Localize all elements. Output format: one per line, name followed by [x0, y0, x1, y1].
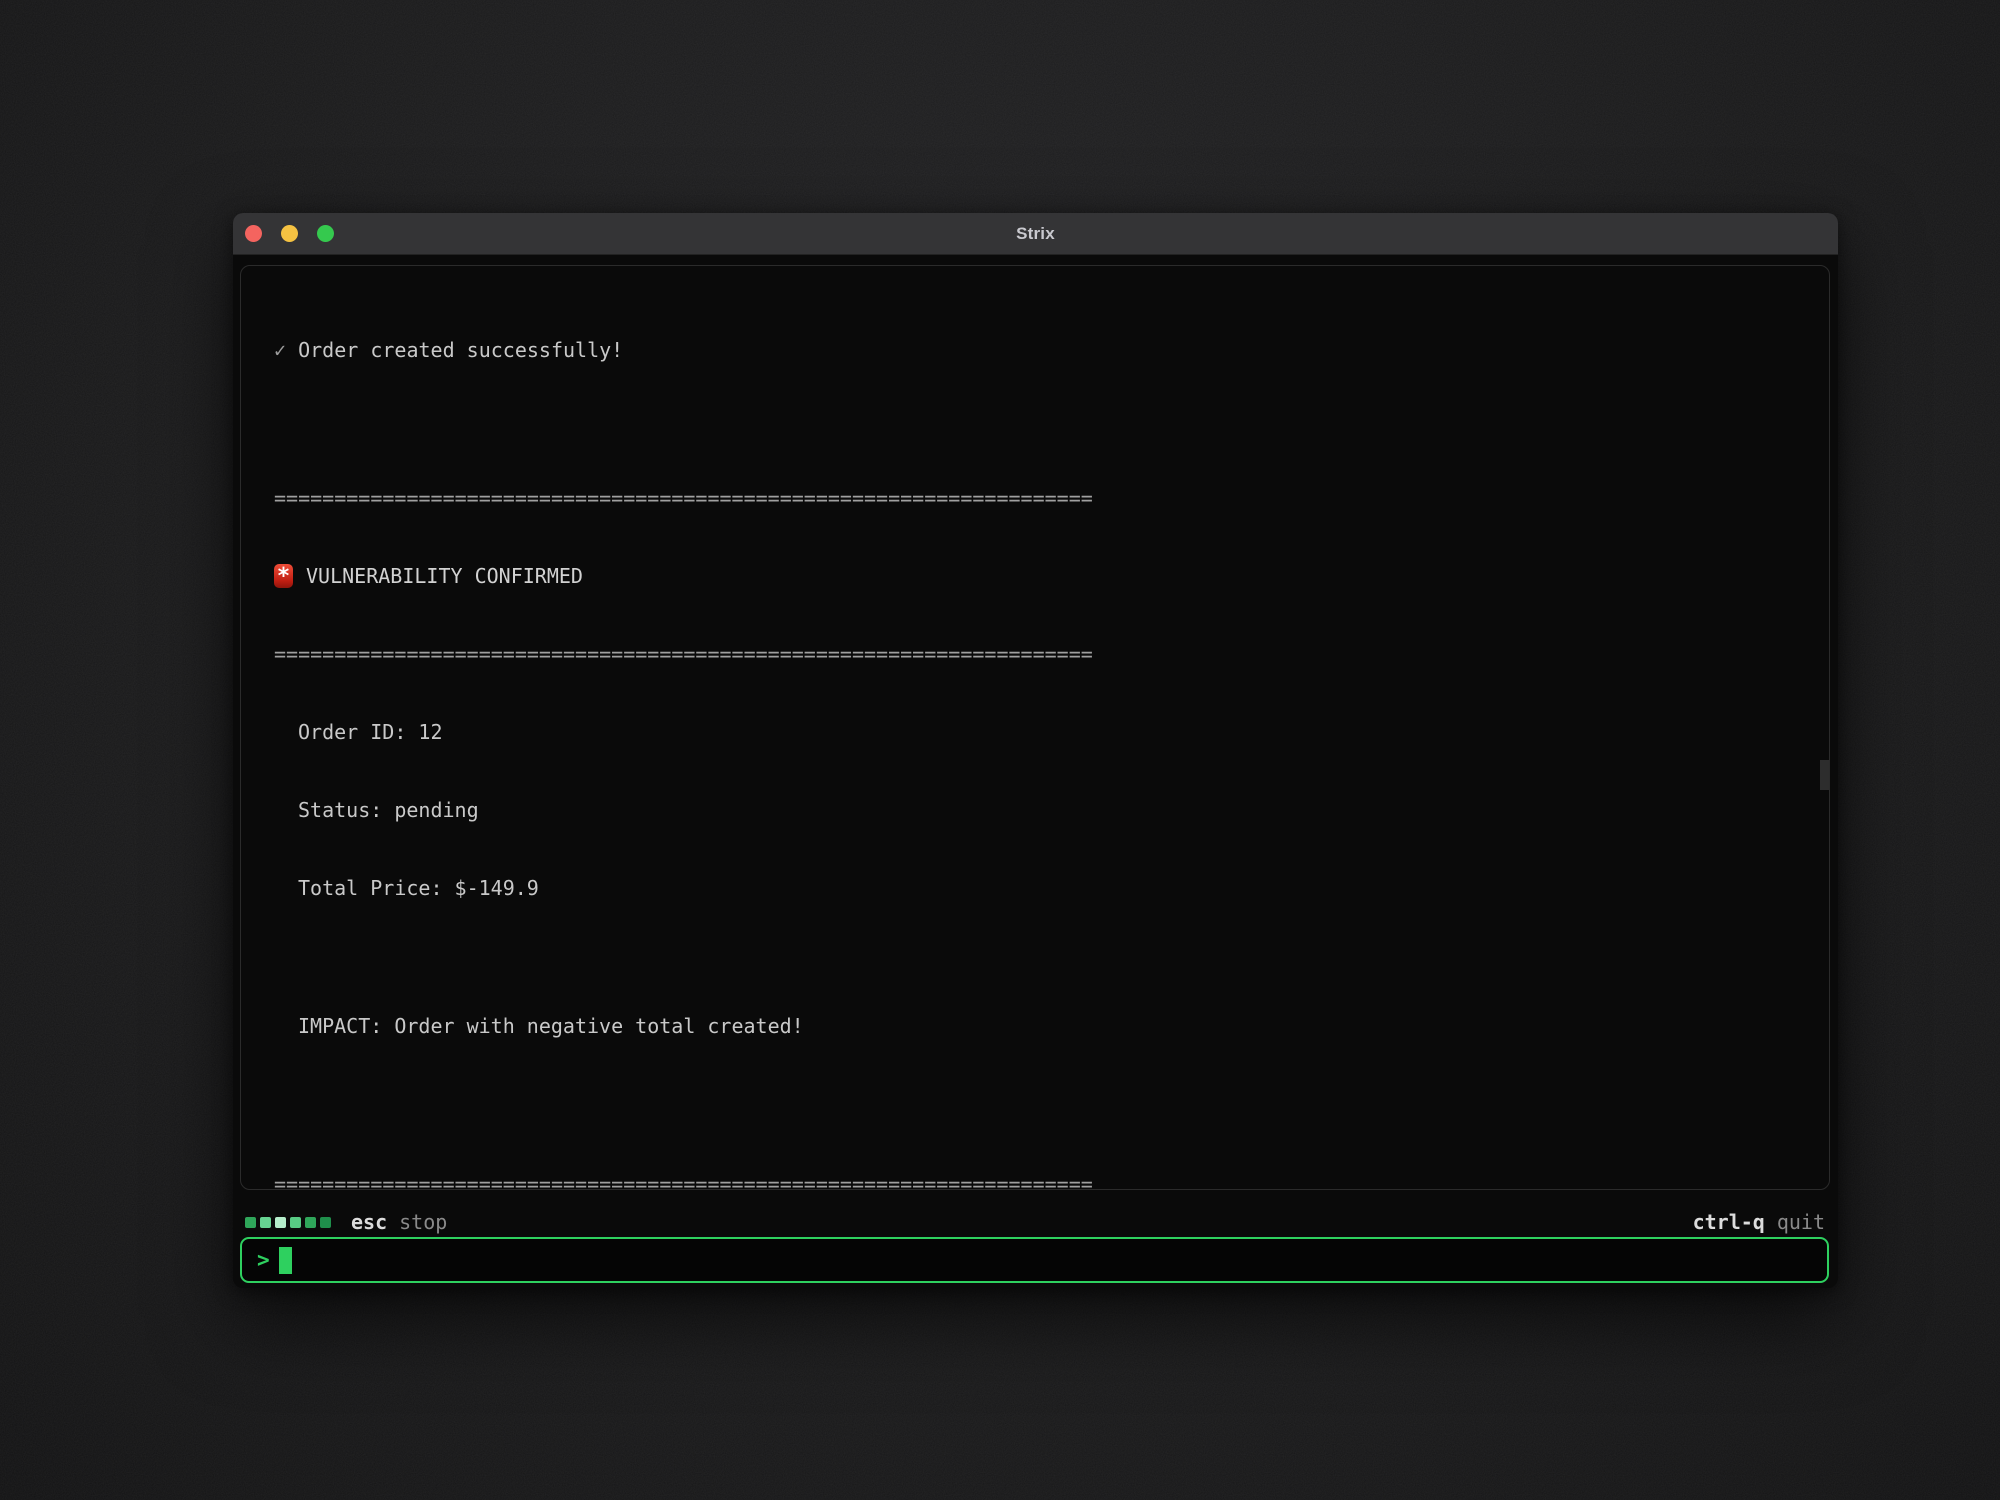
- minimize-button[interactable]: [281, 225, 298, 242]
- esc-key-hint[interactable]: esc: [351, 1210, 387, 1234]
- status-left: esc stop: [245, 1210, 447, 1234]
- activity-spinner-icon: [245, 1217, 331, 1228]
- scrollbar-thumb[interactable]: [1820, 760, 1829, 790]
- titlebar[interactable]: Strix: [233, 213, 1838, 255]
- status-right: ctrl-q quit: [1693, 1210, 1825, 1234]
- separator-line: ========================================…: [274, 1171, 1838, 1190]
- vulnerability-confirmed-line: VULNERABILITY CONFIRMED: [274, 563, 1838, 589]
- quit-action-label: quit: [1777, 1210, 1825, 1234]
- order-created-message: Order created successfully!: [298, 338, 623, 362]
- terminal-log: ✓ Order created successfully! ==========…: [233, 255, 1838, 1190]
- siren-icon: [274, 564, 293, 588]
- close-button[interactable]: [245, 225, 262, 242]
- text-cursor: [279, 1247, 292, 1274]
- prompt-symbol: >: [257, 1248, 270, 1272]
- impact-line: IMPACT: Order with negative total create…: [274, 1013, 1838, 1039]
- terminal-viewport[interactable]: ✓ Order created successfully! ==========…: [233, 255, 1838, 1190]
- separator-line: ========================================…: [274, 641, 1838, 667]
- separator-line: ========================================…: [274, 485, 1838, 511]
- total-price-line: Total Price: $-149.9: [274, 875, 1838, 901]
- esc-action-label: stop: [399, 1210, 447, 1234]
- traffic-lights: [245, 213, 334, 254]
- app-window: Strix ✓ Order created successfully! ====…: [233, 213, 1838, 1288]
- window-title: Strix: [233, 224, 1838, 244]
- maximize-button[interactable]: [317, 225, 334, 242]
- order-status-line: Status: pending: [274, 797, 1838, 823]
- check-icon: ✓: [274, 338, 286, 362]
- command-input[interactable]: >: [240, 1237, 1829, 1283]
- vulnerability-confirmed-title: VULNERABILITY CONFIRMED: [306, 563, 583, 589]
- quit-key-hint[interactable]: ctrl-q: [1693, 1210, 1765, 1234]
- order-id-line: Order ID: 12: [274, 719, 1838, 745]
- status-bar: esc stop ctrl-q quit: [241, 1209, 1829, 1235]
